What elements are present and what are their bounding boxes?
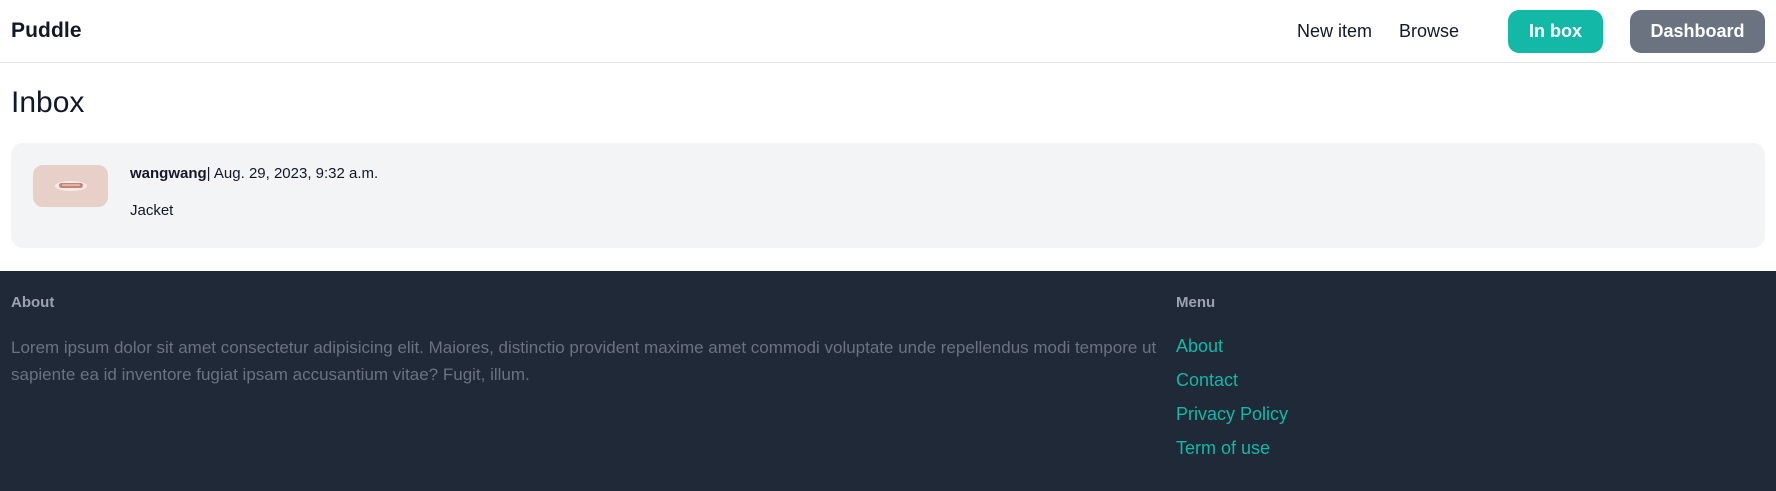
footer-menu-list: About Contact Privacy Policy Term of use	[1176, 334, 1288, 470]
page-title: Inbox	[11, 86, 85, 119]
footer-terms-link[interactable]: Term of use	[1176, 438, 1270, 458]
conversation-header: wangwang| Aug. 29, 2023, 9:32 a.m.	[130, 164, 378, 184]
conversation-item[interactable]: wangwang| Aug. 29, 2023, 9:32 a.m. Jacke…	[11, 143, 1765, 248]
footer-menu-item: Contact	[1176, 368, 1288, 402]
footer-menu-item: Privacy Policy	[1176, 402, 1288, 436]
footer-about-title: About	[11, 294, 55, 311]
footer: About Lorem ipsum dolor sit amet consect…	[0, 271, 1776, 491]
footer-contact-link[interactable]: Contact	[1176, 370, 1238, 390]
conversation-separator: |	[206, 165, 214, 182]
footer-menu-item: Term of use	[1176, 436, 1288, 470]
footer-about-link[interactable]: About	[1176, 336, 1223, 356]
dashboard-button[interactable]: Dashboard	[1630, 9, 1765, 53]
footer-menu-title: Menu	[1176, 294, 1216, 311]
footer-menu-section: Menu About Contact Privacy Policy Term o…	[1176, 293, 1288, 469]
main-content: Inbox wangwang| Aug. 29, 2023, 9:32 a.m.…	[0, 85, 1776, 248]
item-thumbnail	[33, 165, 108, 207]
conversation-username: wangwang	[130, 165, 207, 182]
footer-privacy-policy-link[interactable]: Privacy Policy	[1176, 404, 1288, 424]
nav-browse-link[interactable]: Browse	[1399, 21, 1459, 42]
conversation-text: wangwang| Aug. 29, 2023, 9:32 a.m. Jacke…	[130, 165, 378, 221]
nav-new-item-link[interactable]: New item	[1297, 21, 1372, 42]
footer-about-text: Lorem ipsum dolor sit amet consectetur a…	[11, 338, 1157, 384]
conversation-date: Aug. 29, 2023, 9:32 a.m.	[213, 165, 379, 182]
inbox-button[interactable]: In box	[1508, 9, 1603, 53]
nav-links: New item Browse In box Dashboard	[1270, 9, 1765, 53]
top-navbar: Puddle New item Browse In box Dashboard	[0, 0, 1776, 63]
footer-menu-item: About	[1176, 334, 1288, 368]
logo-link[interactable]: Puddle	[11, 19, 82, 43]
conversation-item-name: Jacket	[130, 202, 174, 219]
footer-about-section: About Lorem ipsum dolor sit amet consect…	[11, 293, 1166, 469]
jacket-image-icon	[54, 181, 87, 191]
